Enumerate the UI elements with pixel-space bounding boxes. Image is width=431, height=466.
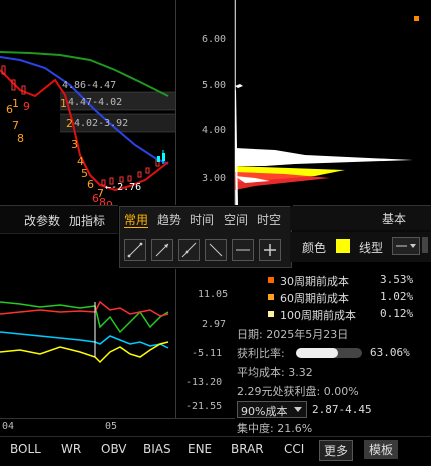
profit-at-row: 2.29元处获利盘: 0.00% [237,385,359,398]
line-type-label: 线型 [359,241,384,255]
tab-time[interactable]: 时间 [190,211,214,228]
range-label-low: 4.02-3.92 [74,118,129,129]
properties-title: 基本 [382,212,407,226]
drawing-tools-popup: 常用 趋势 时间 空间 时空 [119,206,292,268]
extended-line-icon[interactable] [178,239,200,261]
tab-boll[interactable]: BOLL [10,442,41,456]
range-label-mid: 4.47-4.02 [68,97,123,108]
status-dot [414,16,419,21]
seq-num: 9 [23,100,30,113]
color-swatch[interactable] [336,239,350,253]
tab-common[interactable]: 常用 [124,211,148,228]
params-button[interactable]: 改参数 [24,212,60,229]
indicator-tab-bar: BOLL WR OBV BIAS ENE BRAR CCI 更多 模板 [0,436,431,466]
down-line-icon[interactable] [205,239,227,261]
chip-distribution [235,0,413,205]
seq-num: 3 [71,138,78,151]
seq-num: 8 [17,132,24,145]
indicator-tick: -5.11 [192,348,223,359]
list-item: 30周期前成本 3.53% [268,272,431,288]
cost-range-value: 2.87-4.45 [312,403,372,416]
tab-wr[interactable]: WR [61,442,81,456]
indicator-tick: 11.05 [198,289,229,300]
tab-trend[interactable]: 趋势 [157,211,181,228]
list-item: 60周期前成本 1.02% [268,289,431,305]
cost-percent-select[interactable]: 90%成本 [237,401,307,418]
profit-ratio-bar [296,348,362,358]
series-dot [268,294,274,300]
date-row: 日期: 2025年5月23日 [237,328,349,341]
seq-num: 6 [92,192,99,205]
profit-ratio-value: 63.06% [370,346,410,359]
horizontal-line-icon[interactable] [232,239,254,261]
template-button[interactable]: 模板 [364,440,399,459]
ray-icon[interactable] [151,239,173,261]
date-tick: 05 [105,421,118,432]
avg-cost-row: 平均成本: 3.32 [237,366,313,379]
line-width-select[interactable] [422,237,428,253]
price-tick: 4.00 [202,125,227,136]
tab-brar[interactable]: BRAR [231,442,264,456]
color-label: 颜色 [302,241,327,255]
seq-num: 7 [12,119,19,132]
properties-options: 颜色 线型 [290,232,431,262]
time-axis-line [0,418,235,419]
profit-ratio-label: 获利比率: [237,347,285,360]
series-dot [268,311,274,317]
properties-header: 基本 [290,206,431,230]
tab-ene[interactable]: ENE [188,442,212,456]
seq-num: 6 [87,178,94,191]
range-label-top: 4.86-4.47 [62,80,117,91]
seq-num: 2 [66,117,73,130]
date-tick: 04 [2,421,15,432]
series-dot [268,277,274,283]
indicator-tick: 2.97 [202,319,227,330]
chevron-down-icon [294,407,302,412]
tab-bias[interactable]: BIAS [143,442,171,456]
tab-spacetime[interactable]: 时空 [257,211,281,228]
seq-num: 1 [60,97,67,110]
tab-cci[interactable]: CCI [284,442,304,456]
line-type-select[interactable] [392,237,420,255]
seq-num: 1 [12,97,19,110]
list-item: 100周期前成本 0.12% [268,306,431,322]
indicator-tick: -13.20 [186,377,223,388]
price-tick: 3.00 [202,173,227,184]
more-button[interactable]: 更多 [319,440,354,461]
plus-icon[interactable] [259,239,281,261]
concentration-row: 集中度: 21.6% [237,422,313,435]
candle-cyan [157,156,160,162]
price-tick: 6.00 [202,34,227,45]
tab-obv[interactable]: OBV [101,442,127,456]
add-indicator-button[interactable]: 加指标 [69,212,105,229]
price-tick: 5.00 [202,80,227,91]
tab-space[interactable]: 空间 [224,211,248,228]
line-segment-icon[interactable] [124,239,146,261]
low-price-label: ←-2.76 [105,182,142,193]
indicator-tick: -21.55 [186,401,223,412]
